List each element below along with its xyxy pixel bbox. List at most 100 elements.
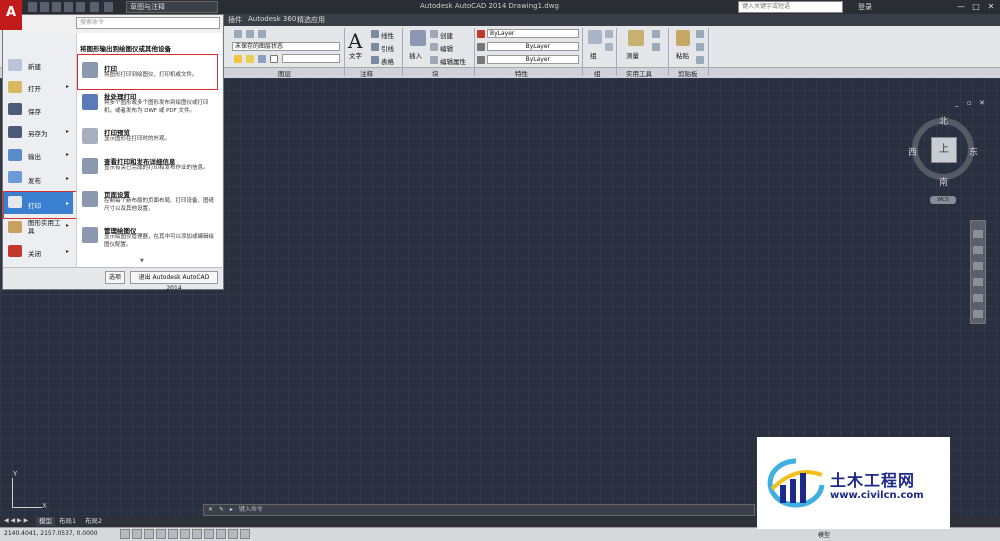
showmotion-icon[interactable] [973, 294, 983, 302]
menu-search-input[interactable]: 搜索命令 [76, 17, 220, 29]
table-button[interactable]: 表格 [381, 56, 394, 66]
lock-icon[interactable] [258, 55, 266, 63]
polar-tracking-icon[interactable] [168, 529, 178, 539]
create-block-button[interactable]: 创建 [440, 30, 453, 40]
panel-title-block[interactable]: 块 [432, 68, 439, 78]
3d-object-snap-icon[interactable] [192, 529, 202, 539]
tab-plugins[interactable]: 插件 [228, 15, 242, 25]
redo-icon[interactable] [104, 2, 113, 12]
lightbulb-icon[interactable] [234, 55, 242, 63]
cmdline-close-icon[interactable]: ✕ [208, 506, 213, 513]
application-button[interactable]: A [0, 0, 22, 30]
layout-tab-model[interactable]: 模型 [36, 517, 55, 526]
layer-dropdown[interactable] [282, 54, 340, 63]
menu-item-close-label[interactable]: 关闭 [28, 248, 41, 258]
lineweight-dropdown[interactable]: ByLayer [487, 42, 579, 51]
menu-item-new-label[interactable]: 新建 [28, 61, 41, 71]
layout-tab-layout1[interactable]: 布局1 [56, 517, 79, 526]
viewcube-north-label[interactable]: 北 [939, 114, 948, 127]
command-input[interactable]: 键入命令 [239, 506, 263, 513]
orbit-icon[interactable] [973, 278, 983, 286]
object-snap-tracking-icon[interactable] [204, 529, 214, 539]
close-button[interactable]: ✕ [984, 1, 998, 13]
group-icon[interactable] [588, 30, 602, 44]
workspace-select[interactable]: 草图与注释 [126, 1, 218, 13]
leader-button[interactable]: 引线 [381, 43, 394, 53]
panel-title-clipboard[interactable]: 剪贴板 [678, 68, 698, 78]
submenu-scroll-down-icon[interactable]: ▼ [140, 258, 144, 264]
edit-block-button[interactable]: 编辑 [440, 43, 453, 53]
viewport-minimize-button[interactable]: _ [955, 99, 959, 107]
wcs-menu-button[interactable]: WCS [930, 196, 956, 204]
menu-item-saveas-label[interactable]: 另存为 [28, 128, 48, 138]
match-properties-icon[interactable] [696, 56, 704, 64]
dynamic-ucs-icon[interactable] [216, 529, 226, 539]
minimize-button[interactable]: — [954, 1, 968, 13]
viewcube-west-label[interactable]: 西 [908, 145, 917, 158]
color-dropdown[interactable]: ByLayer [487, 29, 579, 38]
open-icon[interactable] [40, 2, 49, 12]
panel-title-layer[interactable]: 图层 [278, 68, 291, 78]
dynamic-input-icon[interactable] [228, 529, 238, 539]
layer-state-dropdown[interactable]: 未保存的图层状态 [232, 42, 340, 51]
edit-attr-button[interactable]: 编辑属性 [440, 56, 466, 66]
lineweight-toggle-icon[interactable] [240, 529, 250, 539]
undo-icon[interactable] [90, 2, 99, 12]
insert-block-icon[interactable] [410, 30, 426, 46]
snap-mode-icon[interactable] [132, 529, 142, 539]
zoom-icon[interactable] [973, 262, 983, 270]
menu-item-publish-label[interactable]: 发布 [28, 175, 41, 185]
layer-color-icon[interactable] [270, 55, 278, 63]
viewcube-south-label[interactable]: 南 [939, 175, 948, 188]
insert-block-label[interactable]: 插入 [409, 50, 422, 60]
utility-icon[interactable] [652, 30, 660, 38]
copy-icon[interactable] [696, 43, 704, 51]
exit-autocad-button[interactable]: 退出 Autodesk AutoCAD 2014 [130, 271, 218, 292]
steering-wheel-icon[interactable] [973, 230, 983, 238]
new-icon[interactable] [28, 2, 37, 12]
measure-icon[interactable] [628, 30, 644, 46]
measure-button-label[interactable]: 测量 [626, 50, 639, 60]
viewport-close-button[interactable]: ✕ [979, 99, 985, 107]
paste-button-label[interactable]: 粘贴 [676, 50, 689, 60]
menu-item-export-label[interactable]: 输出 [28, 151, 41, 161]
cut-icon[interactable] [696, 30, 704, 38]
saveas-icon[interactable] [64, 2, 73, 12]
grid-display-icon[interactable] [144, 529, 154, 539]
command-line[interactable]: ✕ ✎ ▸ 键入命令 [203, 504, 755, 516]
text-button-label[interactable]: 文字 [349, 50, 362, 60]
panel-title-utilities[interactable]: 实用工具 [626, 68, 652, 78]
pan-icon[interactable] [973, 246, 983, 254]
utility2-icon[interactable] [652, 43, 660, 51]
menu-item-open-label[interactable]: 打开 [28, 83, 41, 93]
maximize-button[interactable]: □ [969, 1, 983, 13]
login-link[interactable]: 登录 [858, 2, 872, 12]
panel-title-properties[interactable]: 特性 [515, 68, 528, 78]
group-edit-icon[interactable] [605, 43, 613, 51]
tab-autodesk360[interactable]: Autodesk 360 [248, 15, 296, 23]
group-button-label[interactable]: 组 [590, 50, 597, 60]
navbar-options-icon[interactable] [973, 310, 983, 318]
tab-featured-apps[interactable]: 精选应用 [297, 15, 325, 25]
help-search-input[interactable]: 键入关键字或短语 [738, 1, 843, 13]
layer-tool-icon[interactable] [246, 30, 254, 38]
viewport-restore-button[interactable]: ▫ [967, 99, 972, 107]
linetype-dropdown[interactable]: ByLayer [487, 55, 579, 64]
model-space-button[interactable]: 模型 [818, 530, 830, 539]
cmdline-customize-icon[interactable]: ✎ [219, 506, 224, 513]
menu-item-drawing-utilities-label[interactable]: 图形实用工具 [28, 219, 66, 235]
viewcube-east-label[interactable]: 东 [969, 145, 978, 158]
print-icon[interactable] [76, 2, 85, 12]
panel-title-annotation[interactable]: 注释 [360, 68, 373, 78]
coordinates-readout[interactable]: 2140.4041, 2157.0537, 0.0000 [4, 530, 98, 537]
tab-nav-arrows-icon[interactable]: ◀ ◀ ▶ ▶ [4, 517, 28, 524]
layer-tool2-icon[interactable] [258, 30, 266, 38]
object-snap-icon[interactable] [180, 529, 190, 539]
viewcube-top-face[interactable]: 上 [931, 137, 957, 163]
layout-tab-layout2[interactable]: 布局2 [82, 517, 105, 526]
dim-linear-button[interactable]: 线性 [381, 30, 394, 40]
paste-icon[interactable] [676, 30, 690, 46]
options-button[interactable]: 选项 [105, 271, 125, 284]
infer-constraints-icon[interactable] [120, 529, 130, 539]
ungroup-icon[interactable] [605, 30, 613, 38]
